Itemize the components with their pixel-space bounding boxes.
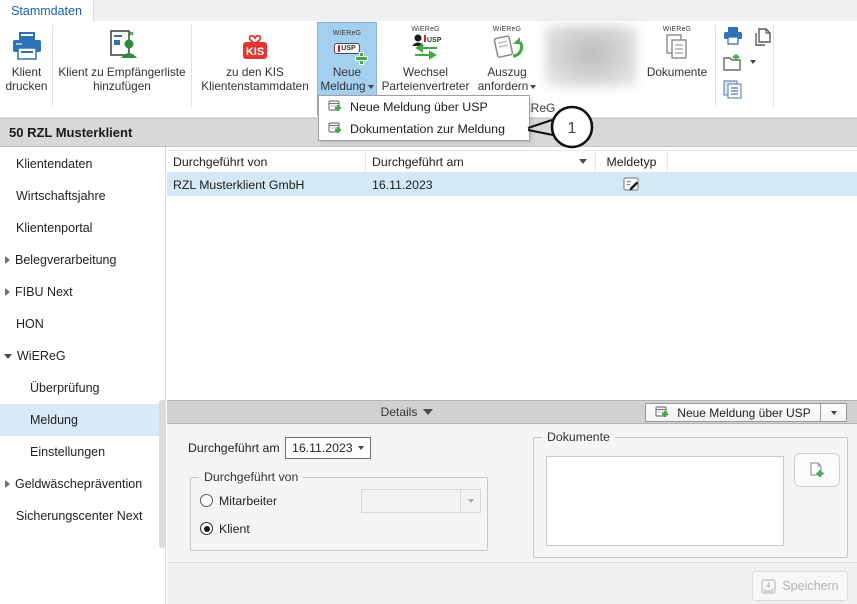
auszug-anfordern-icon: WiEReG xyxy=(490,23,524,63)
callout-number: 1 xyxy=(568,120,577,137)
dropdown-caret-icon xyxy=(460,490,480,512)
dropdown-caret-icon xyxy=(358,446,364,450)
radio-mitarbeiter[interactable] xyxy=(200,494,213,507)
sidebar-item-klientendaten[interactable]: Klientendaten xyxy=(0,148,166,180)
durchgefuehrt-von-group: Durchgeführt von Mitarbeiter Klient xyxy=(190,477,488,551)
form-plus-icon xyxy=(655,406,670,420)
copies-icon[interactable] xyxy=(722,80,744,99)
durchgefuehrt-von-group-label: Durchgeführt von xyxy=(199,470,303,484)
form-plus-icon xyxy=(328,100,343,114)
menu-item-neue-meldung-ueber-usp[interactable]: Neue Meldung über USP xyxy=(319,96,529,118)
radio-klient[interactable] xyxy=(200,522,213,535)
auszug-anfordern-label: Auszug anfordern xyxy=(474,66,540,94)
save-icon xyxy=(761,579,776,594)
dropdown-caret-icon xyxy=(530,85,536,89)
printer-icon xyxy=(10,23,44,63)
dropdown-caret-icon xyxy=(368,85,374,89)
date-field-label: Durchgeführt am xyxy=(188,441,280,455)
quick-print-icon[interactable] xyxy=(722,27,744,46)
dokumente-listbox[interactable] xyxy=(546,456,784,546)
open-folder-icon[interactable] xyxy=(722,53,744,73)
dropdown-caret-icon xyxy=(831,411,837,415)
table-row[interactable]: RZL Musterklient GmbH 16.11.2023 xyxy=(167,173,857,196)
client-title: 50 RZL Musterklient xyxy=(0,125,132,140)
date-combobox[interactable]: 16.11.2023 xyxy=(285,437,371,459)
tab-strip: Stammdaten xyxy=(0,0,857,21)
document-person-icon xyxy=(105,23,139,63)
save-button[interactable]: Speichern xyxy=(752,571,848,601)
sidebar-item-sicherungscenter-next[interactable]: Sicherungscenter Next xyxy=(0,500,166,532)
sidebar: Klientendaten Wirtschaftsjahre Klientenp… xyxy=(0,147,166,604)
cell-meldetyp xyxy=(596,177,668,192)
sidebar-item-fibu-next[interactable]: FIBU Next xyxy=(0,276,166,308)
sidebar-item-ueberpruefung[interactable]: Überprüfung xyxy=(0,372,166,404)
sidebar-item-wiereg[interactable]: WiEReG xyxy=(0,340,166,372)
sort-desc-icon xyxy=(579,159,587,164)
svg-text:KIS: KIS xyxy=(246,46,264,58)
mitarbeiter-combobox-disabled xyxy=(361,489,481,513)
wiereg-usp-plus-icon: WiEReG USP xyxy=(333,23,361,63)
dokumente-icon: WiEReG xyxy=(662,23,692,63)
sidebar-item-hon[interactable]: HON xyxy=(0,308,166,340)
quick-folder-caret-icon[interactable] xyxy=(750,60,756,64)
sidebar-scrollbar-thumb[interactable] xyxy=(159,400,166,548)
add-document-icon xyxy=(808,462,826,479)
add-document-button[interactable] xyxy=(794,453,840,487)
ribbon-separator xyxy=(715,25,716,107)
details-bar: Details Neue Meldung über USP xyxy=(167,400,857,424)
form-plus-icon xyxy=(328,122,343,136)
app-window: Stammdaten Klient drucken xyxy=(0,0,857,604)
neue-meldung-usp-button[interactable]: Neue Meldung über USP xyxy=(645,403,821,422)
tab-stammdaten[interactable]: Stammdaten xyxy=(0,0,93,21)
kis-klientenstammdaten-label: zu den KIS Klientenstammdaten xyxy=(193,66,317,94)
meldungen-list: Durchgeführt von Durchgeführt am Meldety… xyxy=(167,147,857,400)
expand-arrow-icon xyxy=(4,354,12,359)
sidebar-item-wirtschaftsjahre[interactable]: Wirtschaftsjahre xyxy=(0,180,166,212)
dokumente-label: Dokumente xyxy=(647,66,707,80)
svg-text:USP: USP xyxy=(427,37,442,44)
menu-item-dokumentation-zur-meldung[interactable]: Dokumentation zur Meldung xyxy=(319,118,529,140)
empfaengerliste-button[interactable]: Klient zu Empfängerliste hinzufügen xyxy=(54,23,190,115)
tab-stammdaten-label: Stammdaten xyxy=(11,4,82,18)
wechsel-parteienvertreter-icon: WiEReG USP xyxy=(409,23,443,63)
details-toggle[interactable]: Details xyxy=(167,401,647,423)
callout-annotation: 1 xyxy=(500,95,615,159)
neue-meldung-label: Neue Meldung xyxy=(318,66,376,94)
cell-durchgefuehrt-von: RZL Musterklient GmbH xyxy=(167,178,366,192)
redacted-button xyxy=(545,25,637,87)
sidebar-item-meldung[interactable]: Meldung xyxy=(0,404,166,436)
neue-meldung-dropdown-menu: Neue Meldung über USP Dokumentation zur … xyxy=(318,95,530,141)
cell-durchgefuehrt-am: 16.11.2023 xyxy=(366,178,596,192)
sidebar-item-belegverarbeitung[interactable]: Belegverarbeitung xyxy=(0,244,166,276)
ribbon-separator xyxy=(52,25,53,107)
details-collapse-icon xyxy=(423,409,433,415)
sidebar-item-geldwaeschepraevention[interactable]: Geldwäscheprävention xyxy=(0,468,166,500)
kis-klientenstammdaten-button[interactable]: KIS zu den KIS Klientenstammdaten xyxy=(193,23,317,115)
meldetyp-edit-icon xyxy=(623,177,641,192)
klient-drucken-button[interactable]: Klient drucken xyxy=(2,23,51,115)
neue-meldung-usp-splitbutton: Neue Meldung über USP xyxy=(645,403,847,422)
sidebar-item-einstellungen[interactable]: Einstellungen xyxy=(0,436,166,468)
sidebar-item-klientenportal[interactable]: Klientenportal xyxy=(0,212,166,244)
klient-drucken-label: Klient drucken xyxy=(2,66,51,94)
empfaengerliste-label: Klient zu Empfängerliste hinzufügen xyxy=(54,66,190,94)
dokumente-group: Dokumente xyxy=(533,437,848,558)
ribbon-separator xyxy=(191,25,192,107)
radio-mitarbeiter-label: Mitarbeiter xyxy=(219,494,277,508)
dokumente-group-label: Dokumente xyxy=(542,430,615,444)
radio-klient-label: Klient xyxy=(219,522,250,536)
neue-meldung-usp-dropdown[interactable] xyxy=(821,403,847,422)
tab-strip-background xyxy=(93,0,857,21)
form-footer: Speichern xyxy=(167,562,857,604)
ribbon-separator xyxy=(773,25,774,107)
wechsel-parteienvertreter-label: Wechsel Parteienvertreter xyxy=(377,66,474,94)
date-value: 16.11.2023 xyxy=(286,441,356,455)
kis-icon: KIS xyxy=(239,23,271,63)
details-form: Durchgeführt am 16.11.2023 Durchgeführt … xyxy=(167,424,857,562)
column-header-durchgefuehrt-von[interactable]: Durchgeführt von xyxy=(167,151,366,172)
copy-pages-icon[interactable] xyxy=(752,27,772,54)
